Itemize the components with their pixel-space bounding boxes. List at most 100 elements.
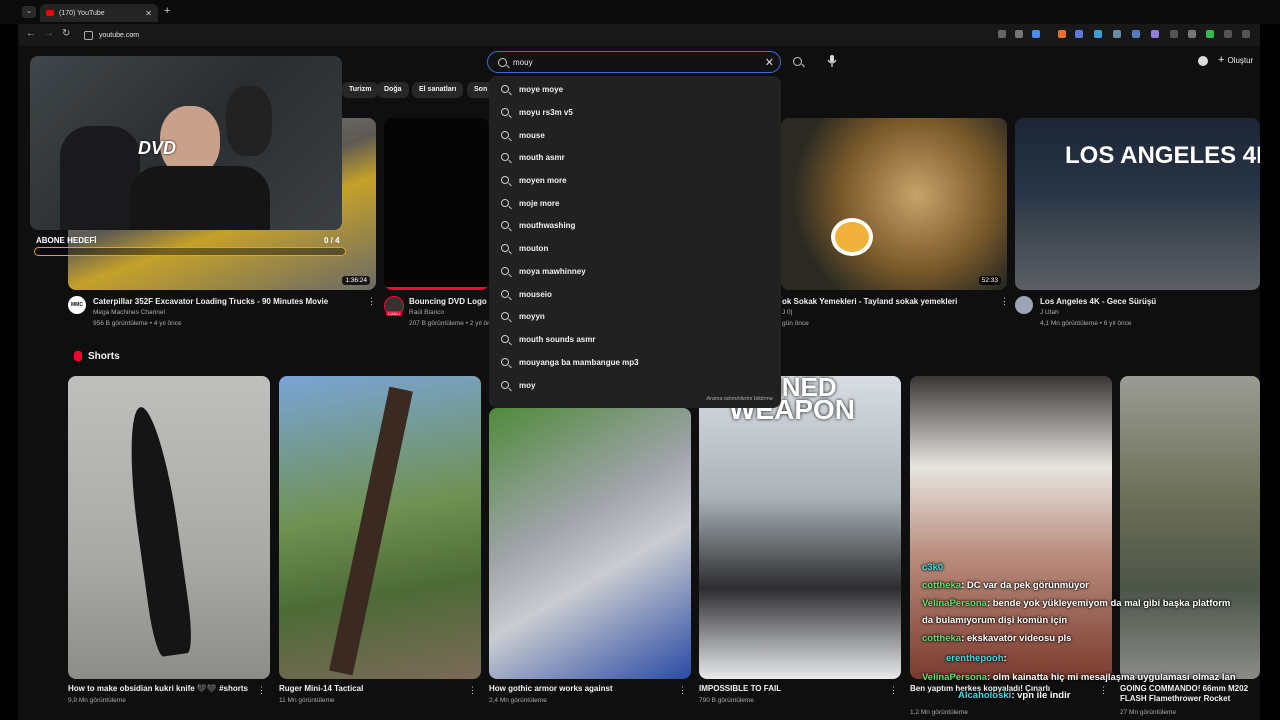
- streamer-body-graphic: [130, 166, 270, 230]
- bookmark-star-icon[interactable]: [1032, 30, 1040, 38]
- extension-icon[interactable]: [1113, 30, 1121, 38]
- eye-off-icon[interactable]: [1015, 30, 1023, 38]
- short-thumbnail[interactable]: [489, 408, 691, 679]
- suggestion-item[interactable]: moje more: [489, 192, 781, 214]
- extension-icon[interactable]: [1132, 30, 1140, 38]
- more-actions-icon[interactable]: ⋮: [678, 685, 687, 696]
- suggestion-item[interactable]: mouyanga ba mambangue mp3: [489, 351, 781, 373]
- search-button[interactable]: [786, 51, 808, 71]
- reload-icon[interactable]: ↻: [62, 28, 70, 39]
- suggestion-item[interactable]: moy: [489, 374, 781, 396]
- channel-avatar[interactable]: [1015, 296, 1033, 314]
- suggestion-item[interactable]: mouton: [489, 237, 781, 259]
- forward-icon[interactable]: →: [44, 28, 54, 39]
- video-thumbnail[interactable]: [384, 118, 489, 290]
- more-actions-icon[interactable]: ⋮: [257, 685, 266, 696]
- cast-icon[interactable]: [998, 30, 1006, 38]
- chat-username: cottheka: [922, 633, 962, 644]
- close-tab-icon[interactable]: ✕: [145, 9, 152, 18]
- suggestion-text: moyen more: [519, 175, 567, 185]
- video-title[interactable]: ok Sokak Yemekleri - Tayland sokak yemek…: [782, 297, 957, 306]
- suggestion-item[interactable]: mouth sounds asmr: [489, 328, 781, 350]
- channel-name[interactable]: Raúl Blanco: [409, 309, 444, 316]
- new-tab-icon[interactable]: +: [164, 5, 170, 17]
- video-title[interactable]: Los Angeles 4K - Gece Sürüşü: [1040, 297, 1156, 306]
- profile-icon[interactable]: [1224, 30, 1232, 38]
- video-title[interactable]: Caterpillar 352F Excavator Loading Truck…: [93, 297, 328, 306]
- suggestion-item[interactable]: mouthwashing: [489, 214, 781, 236]
- gift-icon[interactable]: [1198, 56, 1208, 66]
- more-actions-icon[interactable]: ⋮: [468, 685, 477, 696]
- short-title[interactable]: Ruger Mini-14 Tactical: [279, 684, 363, 693]
- clear-search-icon[interactable]: ✕: [765, 56, 774, 69]
- more-actions-icon[interactable]: ⋮: [367, 296, 376, 307]
- chat-username: cottheka: [922, 580, 962, 591]
- egg-graphic: [831, 218, 873, 256]
- extension-icon[interactable]: [1151, 30, 1159, 38]
- browser-tab-bar: [0, 0, 1280, 24]
- more-actions-icon[interactable]: ⋮: [889, 685, 898, 696]
- more-actions-icon[interactable]: ⋮: [1000, 296, 1009, 307]
- extension-icon[interactable]: [1188, 30, 1196, 38]
- short-title[interactable]: GOING COMMANDO! 66mm M202 FLASH Flamethr…: [1120, 684, 1260, 704]
- url-field[interactable]: youtube.com: [84, 27, 984, 43]
- chat-message: da bulamıyorum dişi komün için: [922, 615, 1067, 626]
- short-thumbnail[interactable]: [68, 376, 270, 679]
- search-suggestions-dropdown: moye moye moyu rs3m v5 mouse mouth asmr …: [489, 76, 781, 408]
- create-button[interactable]: + Oluştur: [1218, 54, 1253, 66]
- duration-badge: 1:36:24: [342, 276, 370, 285]
- report-predictions-link[interactable]: Arama tahminlerini bildirme: [706, 396, 773, 402]
- suggestion-item[interactable]: mouse: [489, 124, 781, 146]
- channel-name[interactable]: J 0|: [782, 309, 792, 316]
- chip[interactable]: Turizm: [342, 82, 379, 98]
- more-menu-icon[interactable]: [1242, 30, 1250, 38]
- channel-name[interactable]: J Utah: [1040, 309, 1059, 316]
- suggestion-item[interactable]: moyyn: [489, 305, 781, 327]
- suggestion-item[interactable]: moye moye: [489, 78, 781, 100]
- short-thumbnail[interactable]: [1120, 376, 1260, 679]
- short-views: 790 B görüntüleme: [699, 697, 754, 704]
- voice-search-button[interactable]: [821, 51, 843, 71]
- suggestion-item[interactable]: moyen more: [489, 169, 781, 191]
- search-input[interactable]: mouy ✕: [487, 51, 781, 73]
- short-views: 27 Mn görüntüleme: [1120, 709, 1177, 716]
- short-title[interactable]: IMPOSSIBLE TO FAIL: [699, 684, 781, 693]
- dvd-logo: DVD: [138, 138, 177, 158]
- suggestion-item[interactable]: mouseio: [489, 283, 781, 305]
- suggestion-text: mouton: [519, 243, 549, 253]
- suggestion-text: moyyn: [519, 311, 545, 321]
- tab-search-button[interactable]: ⌄: [22, 6, 36, 18]
- url-text: youtube.com: [99, 31, 140, 39]
- more-actions-icon[interactable]: ⋮: [1099, 685, 1108, 696]
- extension-icon[interactable]: [1206, 30, 1214, 38]
- short-thumbnail[interactable]: [279, 376, 481, 679]
- extension-icon[interactable]: [1058, 30, 1066, 38]
- channel-avatar[interactable]: MMC: [68, 296, 86, 314]
- subscriber-goal-label: ABONE HEDEFİ: [36, 236, 97, 245]
- subscriber-goal-progress: [34, 247, 346, 256]
- extension-icon[interactable]: [1094, 30, 1102, 38]
- browser-tab[interactable]: (170) YouTube ✕: [40, 4, 158, 22]
- chip[interactable]: El sanatları: [412, 82, 464, 98]
- extension-icon[interactable]: [1170, 30, 1178, 38]
- short-title[interactable]: How to make obsidian kukri knife 🖤🖤 #sho…: [68, 684, 248, 693]
- back-icon[interactable]: ←: [26, 28, 36, 39]
- chat-text: : DC var da pek görünmüyor: [961, 580, 1089, 591]
- channel-name[interactable]: Mega Machines Channel: [93, 309, 165, 316]
- video-title[interactable]: Bouncing DVD Logo S: [409, 297, 494, 306]
- chip[interactable]: Doğa: [377, 82, 409, 98]
- extension-icon[interactable]: [1075, 30, 1083, 38]
- thumbnail-text: LOS ANGELES 4K: [1065, 142, 1260, 169]
- video-thumbnail[interactable]: 52:33: [781, 118, 1007, 290]
- suggestion-item[interactable]: mouth asmr: [489, 146, 781, 168]
- video-thumbnail[interactable]: LOS ANGELES 4K: [1015, 118, 1260, 290]
- suggestion-item[interactable]: moya mawhinney: [489, 260, 781, 282]
- tab-title: (170) YouTube: [59, 9, 105, 17]
- short-title[interactable]: How gothic armor works against: [489, 684, 613, 693]
- suggestion-text: mouth sounds asmr: [519, 334, 596, 344]
- site-info-icon[interactable]: [84, 30, 93, 40]
- shorts-heading: Shorts: [88, 351, 120, 362]
- plus-icon: +: [1218, 54, 1225, 66]
- short-thumbnail[interactable]: NNED WEAPON: [699, 376, 901, 679]
- suggestion-item[interactable]: moyu rs3m v5: [489, 101, 781, 123]
